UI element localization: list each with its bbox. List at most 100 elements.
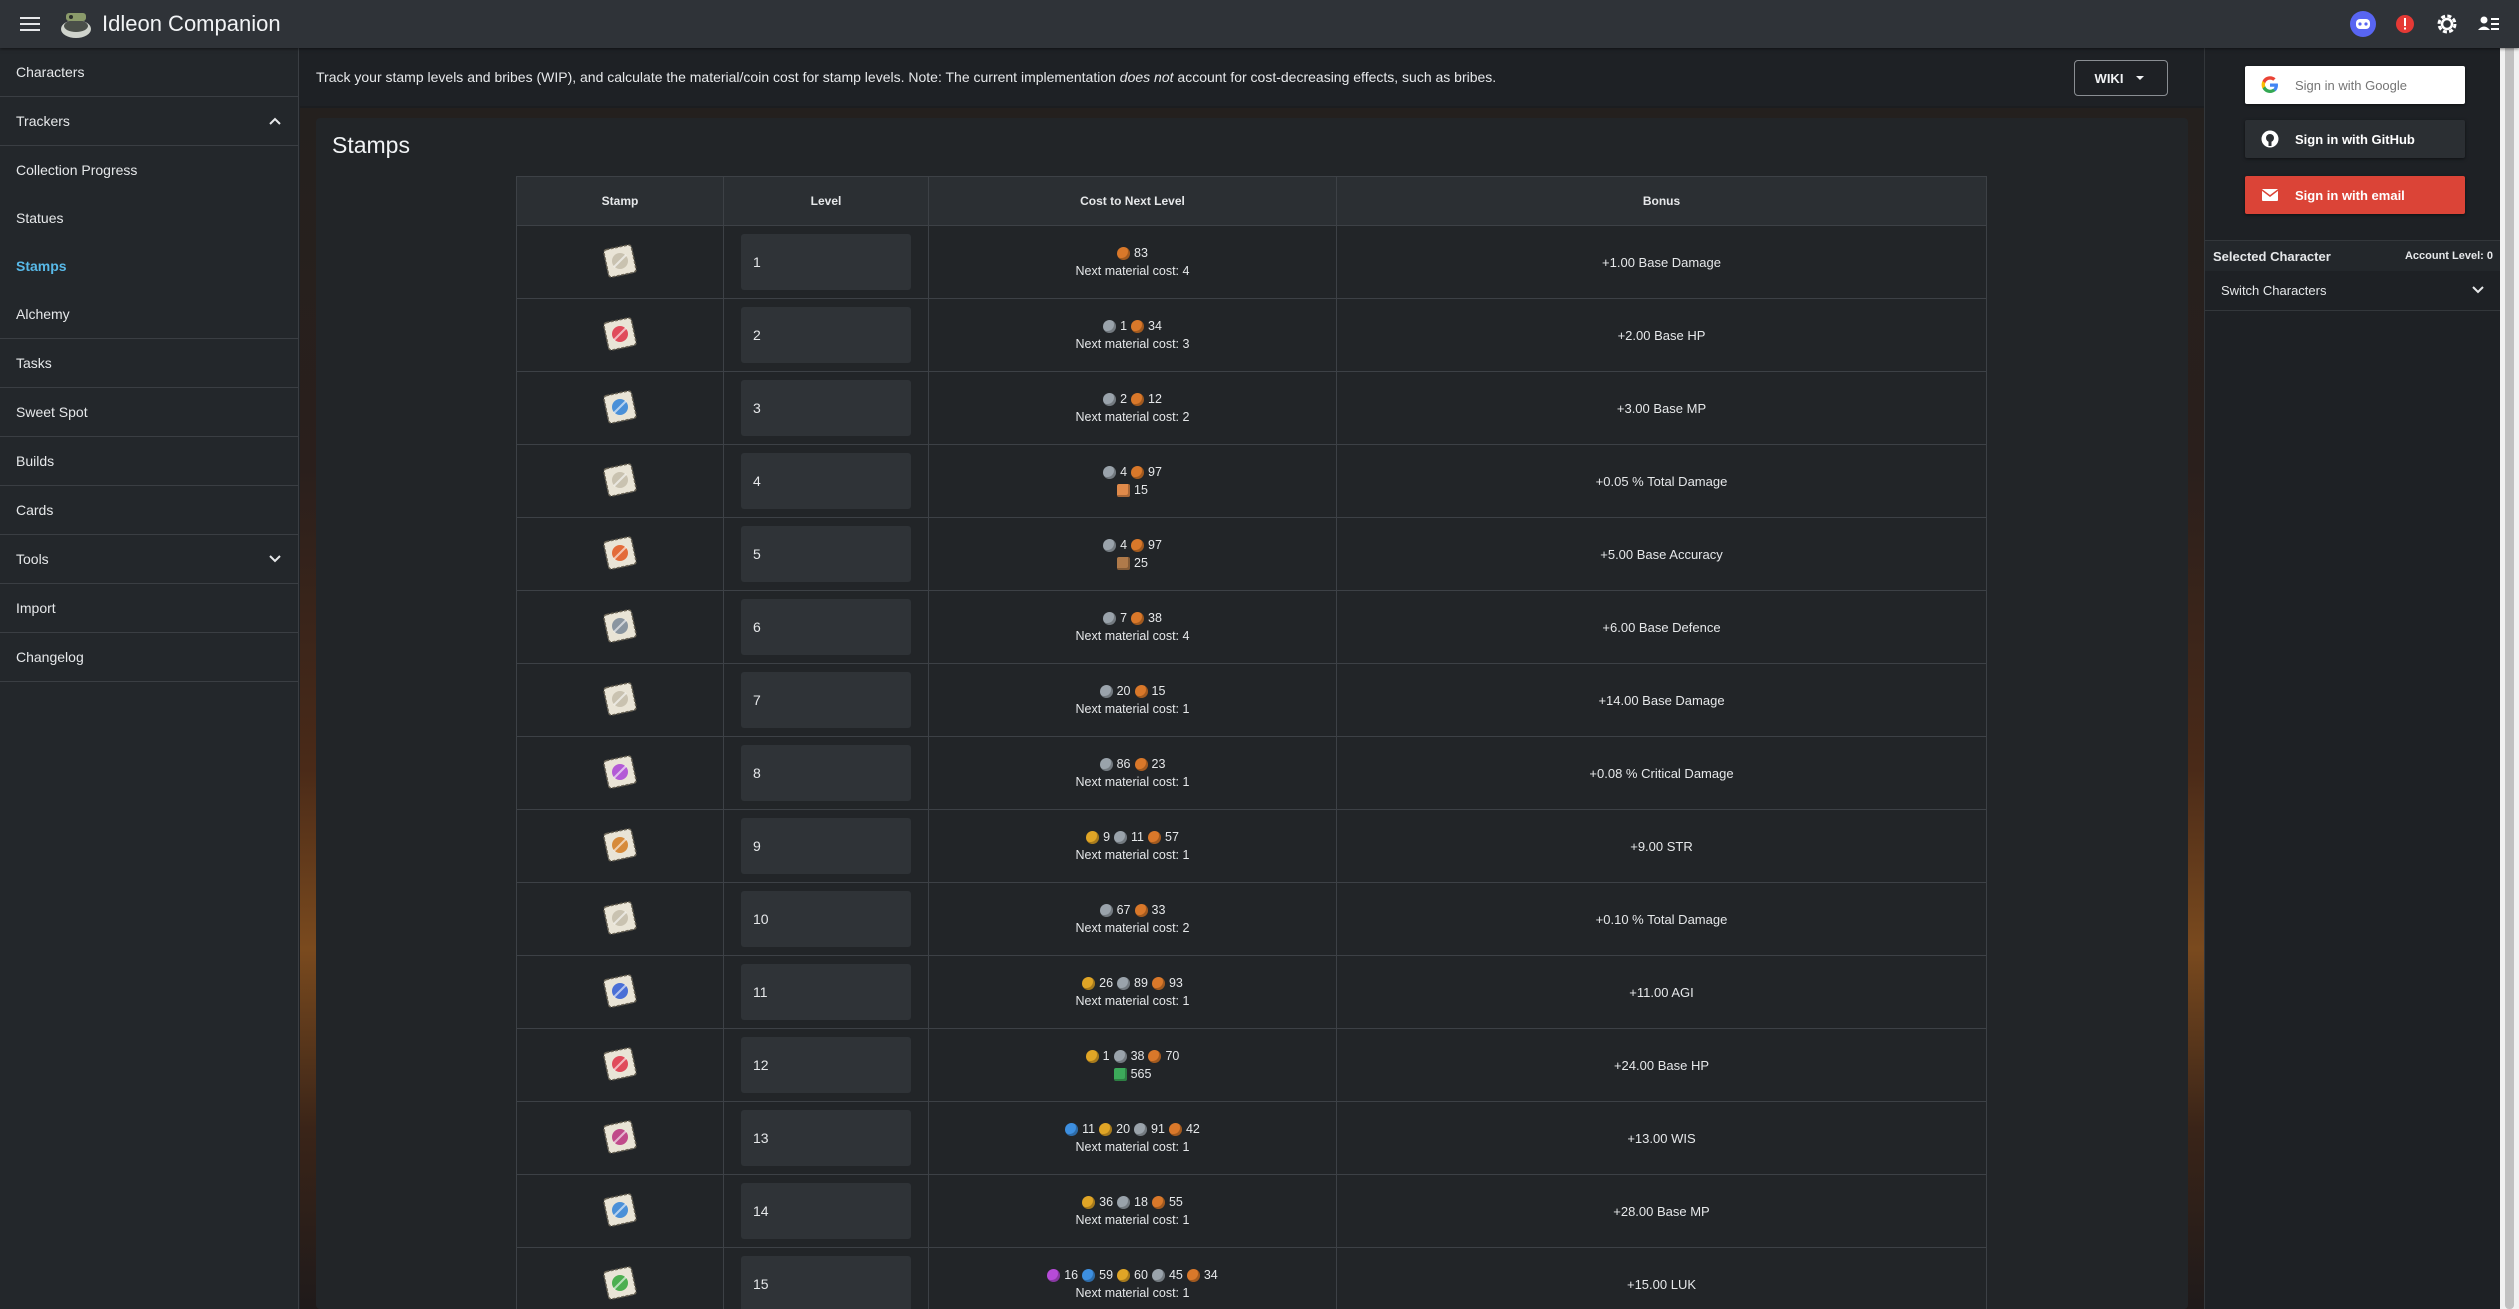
menu-icon[interactable] (16, 10, 44, 38)
page-scrollbar[interactable] (2500, 0, 2519, 1309)
cost-coins: 4 97 (930, 463, 1335, 481)
bonus-cell: +28.00 Base MP (1336, 1174, 1987, 1248)
sidebar-item-builds[interactable]: Builds (0, 437, 298, 486)
silver-coin-icon (1103, 392, 1117, 406)
silver-coin-icon (1134, 1122, 1148, 1136)
next-material-cost: Next material cost: 4 (1075, 629, 1190, 643)
sidebar-item-stamps[interactable]: Stamps (0, 242, 298, 290)
table-row: 2 12 Next material cost: 2 +3.00 Base MP (516, 371, 1987, 445)
level-input[interactable] (741, 453, 911, 509)
sidebar-item-characters[interactable]: Characters (0, 48, 298, 97)
material-cost: 25 (930, 554, 1335, 572)
material-cost: 15 (930, 481, 1335, 499)
bonus-cell: +3.00 Base MP (1336, 371, 1987, 445)
sidebar-item-trackers[interactable]: Trackers (0, 97, 298, 146)
logo-icon (61, 13, 91, 38)
coin-amount: 23 (1151, 757, 1166, 771)
coin-amount: 55 (1168, 1195, 1183, 1209)
silver-coin-icon (1103, 465, 1117, 479)
sidebar-item-statues[interactable]: Statues (0, 194, 298, 242)
sidebar-item-tools[interactable]: Tools (0, 535, 298, 584)
fist-stamp-icon (603, 827, 637, 862)
level-input[interactable] (741, 380, 911, 436)
main-content: Track your stamp levels and bribes (WIP)… (300, 48, 2204, 1309)
table-row: 26 89 93 Next material cost: 1 +11.00 AGI (516, 955, 1987, 1029)
level-input[interactable] (741, 234, 911, 290)
scrollbar-thumb[interactable] (2505, 0, 2514, 1309)
sidebar-item-label: Sweet Spot (16, 404, 88, 420)
next-material-cost: Next material cost: 3 (1075, 337, 1190, 351)
right-panel: Sign in with Google Sign in with GitHub … (2204, 48, 2501, 1309)
google-signin-button[interactable]: Sign in with Google (2245, 66, 2465, 104)
silver-coin-icon (1151, 1268, 1165, 1282)
material-amount: 25 (1134, 556, 1148, 570)
bonus-cell: +9.00 STR (1336, 809, 1987, 883)
level-input[interactable] (741, 1183, 911, 1239)
sidebar-item-label: Collection Progress (16, 162, 138, 178)
level-input[interactable] (741, 672, 911, 728)
level-input[interactable] (741, 1037, 911, 1093)
sidebar-item-collection-progress[interactable]: Collection Progress (0, 146, 298, 194)
copper-coin-icon (1134, 757, 1148, 771)
sidebar: Characters Trackers Collection Progress … (0, 48, 299, 1309)
bonus-cell: +6.00 Base Defence (1336, 590, 1987, 664)
sidebar-item-changelog[interactable]: Changelog (0, 633, 298, 682)
level-input[interactable] (741, 599, 911, 655)
bonus-cell: +13.00 WIS (1336, 1101, 1987, 1175)
sidebar-item-alchemy[interactable]: Alchemy (0, 290, 298, 339)
cost-coins: 1 34 (930, 317, 1335, 335)
gold-coin-icon (1117, 1268, 1131, 1282)
user-menu-icon[interactable] (2475, 10, 2503, 38)
level-input[interactable] (741, 307, 911, 363)
mana-stamp-icon (603, 389, 637, 424)
gear-icon[interactable] (2433, 10, 2461, 38)
level-input[interactable] (741, 1256, 911, 1309)
stamp-cell (516, 955, 724, 1029)
copper-coin-icon (1131, 465, 1145, 479)
discord-icon[interactable] (2349, 10, 2377, 38)
copper-coin-icon (1151, 1195, 1165, 1209)
coin-amount: 18 (1134, 1195, 1148, 1209)
clover-stamp-icon (603, 1265, 637, 1300)
next-material-cost: Next material cost: 1 (1075, 775, 1190, 789)
coin-amount: 12 (1148, 392, 1162, 406)
app-title: Idleon Companion (102, 11, 281, 36)
sidebar-item-import[interactable]: Import (0, 584, 298, 633)
sword-stamp-icon (603, 243, 637, 278)
next-material-cost: Next material cost: 1 (1075, 702, 1190, 716)
table-row: 11 20 91 42 Next material cost: 1 +13.00 WIS (516, 1101, 1987, 1175)
sidebar-item-cards[interactable]: Cards (0, 486, 298, 535)
sidebar-item-label: Cards (16, 502, 54, 518)
coin-amount: 89 (1134, 976, 1148, 990)
table-row: 1 34 Next material cost: 3 +2.00 Base HP (516, 298, 1987, 372)
level-input[interactable] (741, 526, 911, 582)
blue-coin-icon (1065, 1122, 1079, 1136)
bonus-cell: +2.00 Base HP (1336, 298, 1987, 372)
level-input[interactable] (741, 964, 911, 1020)
sidebar-item-tasks[interactable]: Tasks (0, 339, 298, 388)
coin-amount: 67 (1116, 903, 1131, 917)
wiki-button[interactable]: WIKI (2074, 60, 2168, 96)
level-cell (723, 736, 929, 810)
cost-cell: 36 18 55 Next material cost: 1 (928, 1174, 1337, 1248)
level-input[interactable] (741, 1110, 911, 1166)
coin-amount: 16 (1064, 1268, 1079, 1282)
github-signin-button[interactable]: Sign in with GitHub (2245, 120, 2465, 158)
alert-icon[interactable] (2391, 10, 2419, 38)
level-cell (723, 225, 929, 299)
switch-characters-toggle[interactable]: Switch Characters (2205, 270, 2501, 311)
coin-amount: 20 (1116, 1122, 1131, 1136)
email-signin-button[interactable]: Sign in with email (2245, 176, 2465, 214)
sidebar-item-sweet-spot[interactable]: Sweet Spot (0, 388, 298, 437)
level-input[interactable] (741, 818, 911, 874)
cost-cell: 26 89 93 Next material cost: 1 (928, 955, 1337, 1029)
copper-coin-icon (1151, 976, 1165, 990)
material-amount: 565 (1130, 1067, 1152, 1081)
coin-amount: 70 (1165, 1049, 1180, 1063)
stamp-cell (516, 517, 724, 591)
info-bar: Track your stamp levels and bribes (WIP)… (300, 48, 2204, 106)
coin-amount: 15 (1151, 684, 1166, 698)
material-bar-icon (1117, 483, 1131, 497)
level-input[interactable] (741, 891, 911, 947)
level-input[interactable] (741, 745, 911, 801)
